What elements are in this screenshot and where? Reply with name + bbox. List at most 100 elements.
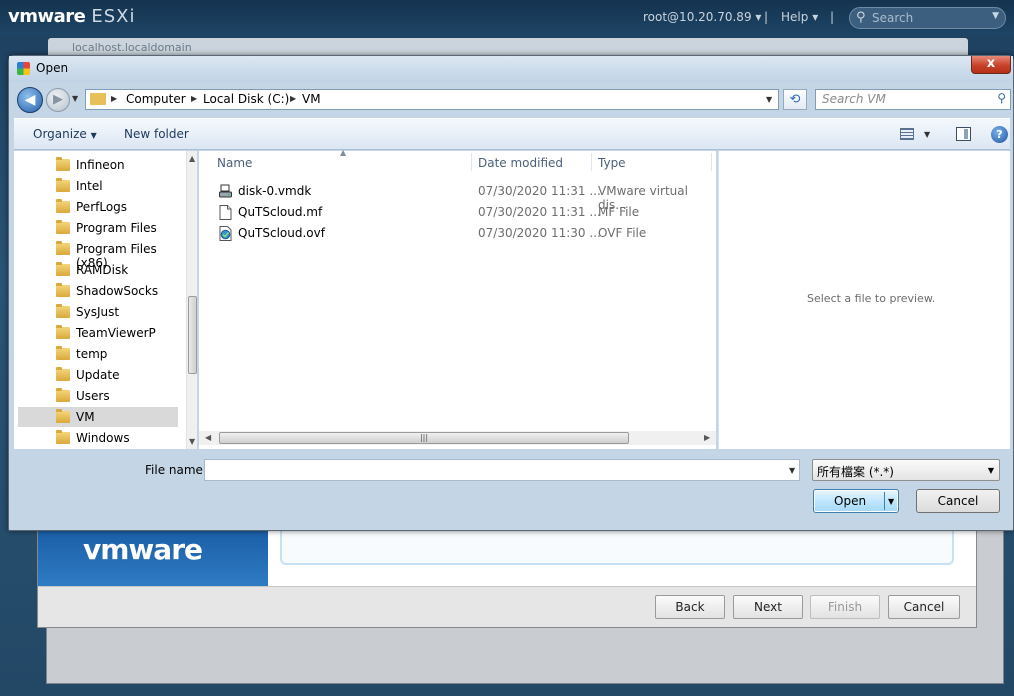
- help-menu[interactable]: Help ▾: [781, 10, 818, 24]
- scroll-up-icon[interactable]: ▲: [189, 154, 195, 163]
- breadcrumb-chevron-icon[interactable]: ▶: [191, 94, 197, 103]
- scrollbar-thumb[interactable]: |||: [219, 432, 629, 444]
- tree-item[interactable]: Program Files: [18, 218, 178, 238]
- tree-item[interactable]: VM: [18, 407, 178, 427]
- tree-item[interactable]: Program Files (x86): [18, 239, 178, 270]
- dialog-titlebar[interactable]: [9, 56, 1013, 82]
- wizard-cancel-button[interactable]: Cancel: [888, 595, 960, 619]
- tree-item[interactable]: Windows: [18, 428, 178, 448]
- esxi-logo: vmware ESXi: [8, 6, 136, 27]
- tree-item-label: RAMDisk: [76, 263, 129, 277]
- tree-item-label: Intel: [76, 179, 103, 193]
- column-divider[interactable]: [711, 153, 712, 171]
- file-name: disk-0.vmdk: [238, 184, 312, 198]
- file-row[interactable]: QuTScloud.mf 07/30/2020 11:31 ... MF Fil…: [217, 202, 707, 222]
- open-file-dialog: Open x ◀ ▶ ▼ ▶ Computer ▶ Local Disk (C:…: [8, 55, 1014, 531]
- breadcrumb-computer[interactable]: Computer: [126, 92, 186, 106]
- tree-item[interactable]: PerfLogs: [18, 197, 178, 217]
- column-divider[interactable]: [471, 153, 472, 171]
- tree-item[interactable]: Users: [18, 386, 178, 406]
- column-header-date-modified[interactable]: Date modified: [478, 156, 563, 170]
- cancel-button[interactable]: Cancel: [916, 489, 1000, 513]
- ovf-file-icon: [219, 226, 232, 241]
- horizontal-scrollbar[interactable]: ◀ ||| ▶: [199, 431, 716, 445]
- tree-item[interactable]: temp: [18, 344, 178, 364]
- sort-ascending-icon: ▲: [340, 148, 347, 157]
- tree-item[interactable]: TeamViewerP: [18, 323, 178, 343]
- tree-item-label: Windows: [76, 431, 130, 445]
- new-folder-button[interactable]: New folder: [124, 127, 189, 141]
- help-icon[interactable]: ?: [991, 126, 1008, 143]
- vmware-brand: vmware: [8, 6, 86, 27]
- user-menu[interactable]: root@10.20.70.89 ▾: [643, 10, 761, 24]
- navigation-scrollbar[interactable]: ▲ ▼: [186, 151, 197, 449]
- back-arrow-icon[interactable]: ◀: [17, 87, 43, 113]
- column-header-name[interactable]: Name: [217, 156, 252, 170]
- open-button[interactable]: Open ▼: [813, 489, 899, 513]
- tree-item[interactable]: Update: [18, 365, 178, 385]
- tree-item-label: SysJust: [76, 305, 120, 319]
- tree-item[interactable]: RAMDisk: [18, 260, 178, 280]
- folder-icon: [56, 178, 70, 192]
- back-button[interactable]: Back: [655, 595, 725, 619]
- file-type: MF File: [598, 205, 640, 219]
- user-label: root@10.20.70.89: [643, 10, 752, 24]
- close-button[interactable]: x: [971, 56, 1011, 74]
- file-name-label: File name:: [145, 463, 207, 477]
- tree-item[interactable]: ShadowSocks: [18, 281, 178, 301]
- breadcrumb-chevron-icon[interactable]: ▶: [111, 94, 117, 103]
- chevron-down-icon[interactable]: ▼: [888, 497, 894, 506]
- command-bar: Organize ▼ New folder ▼ ?: [14, 118, 1010, 150]
- breadcrumb-chevron-icon[interactable]: ▶: [290, 94, 296, 103]
- address-dropdown-icon[interactable]: ▼: [766, 95, 772, 104]
- chevron-down-icon: ▼: [987, 466, 994, 475]
- wizard-footer: Back Next Finish Cancel: [38, 586, 976, 627]
- chevron-down-icon[interactable]: ▼: [924, 130, 930, 139]
- search-icon: ⚲: [856, 10, 866, 25]
- tree-item-label: TeamViewerP: [76, 326, 156, 340]
- tree-item-label: Infineon: [76, 158, 125, 172]
- refresh-icon[interactable]: ⟲: [783, 89, 807, 110]
- scroll-right-icon[interactable]: ▶: [704, 433, 710, 442]
- tree-item[interactable]: Intel: [18, 176, 178, 196]
- open-label: Open: [834, 494, 867, 508]
- file-row[interactable]: QuTScloud.ovf 07/30/2020 11:30 ... OVF F…: [217, 223, 707, 243]
- view-options-icon[interactable]: [900, 128, 914, 140]
- esxi-search-input[interactable]: ⚲ Search ▼: [849, 7, 1006, 29]
- next-button[interactable]: Next: [733, 595, 803, 619]
- search-vm-input[interactable]: Search VM ⚲: [815, 89, 1011, 110]
- folder-icon: [56, 199, 70, 213]
- recent-locations-chevron-icon[interactable]: ▼: [72, 94, 78, 103]
- help-label: Help: [781, 10, 809, 24]
- preview-placeholder: Select a file to preview.: [807, 292, 936, 305]
- folder-icon: [56, 346, 70, 360]
- organize-button[interactable]: Organize ▼: [33, 127, 97, 141]
- file-name-input[interactable]: [204, 459, 800, 481]
- address-bar[interactable]: ▶ Computer ▶ Local Disk (C:) ▶ VM ▼: [85, 89, 779, 110]
- folder-icon: [56, 325, 70, 339]
- folder-icon: [56, 241, 70, 255]
- file-row[interactable]: disk-0.vmdk 07/30/2020 11:31 ... VMware …: [217, 181, 707, 212]
- tree-item[interactable]: SysJust: [18, 302, 178, 322]
- breadcrumb-local-disk[interactable]: Local Disk (C:): [203, 92, 289, 106]
- header-separator: |: [764, 10, 769, 24]
- tree-item-label: Program Files: [76, 221, 157, 235]
- file-name: QuTScloud.ovf: [238, 226, 325, 240]
- file-type: OVF File: [598, 226, 647, 240]
- scroll-left-icon[interactable]: ◀: [205, 433, 211, 442]
- scroll-down-icon[interactable]: ▼: [189, 437, 195, 446]
- folder-icon: [56, 262, 70, 276]
- scrollbar-thumb[interactable]: [188, 296, 197, 374]
- tree-item-label: VM: [76, 410, 95, 424]
- preview-pane-icon[interactable]: [956, 127, 971, 141]
- column-header-type[interactable]: Type: [598, 156, 626, 170]
- tree-item[interactable]: Infineon: [18, 155, 178, 175]
- tree-item-label: ShadowSocks: [76, 284, 159, 298]
- tree-item-label: Update: [76, 368, 120, 382]
- breadcrumb-vm[interactable]: VM: [302, 92, 321, 106]
- column-divider[interactable]: [591, 153, 592, 171]
- file-type-select[interactable]: 所有檔案 (*.*) ▼: [812, 459, 1000, 481]
- chevron-down-icon[interactable]: ▼: [789, 466, 795, 475]
- file-date: 07/30/2020 11:31 ...: [478, 184, 601, 198]
- chevron-down-icon: ▼: [992, 11, 999, 21]
